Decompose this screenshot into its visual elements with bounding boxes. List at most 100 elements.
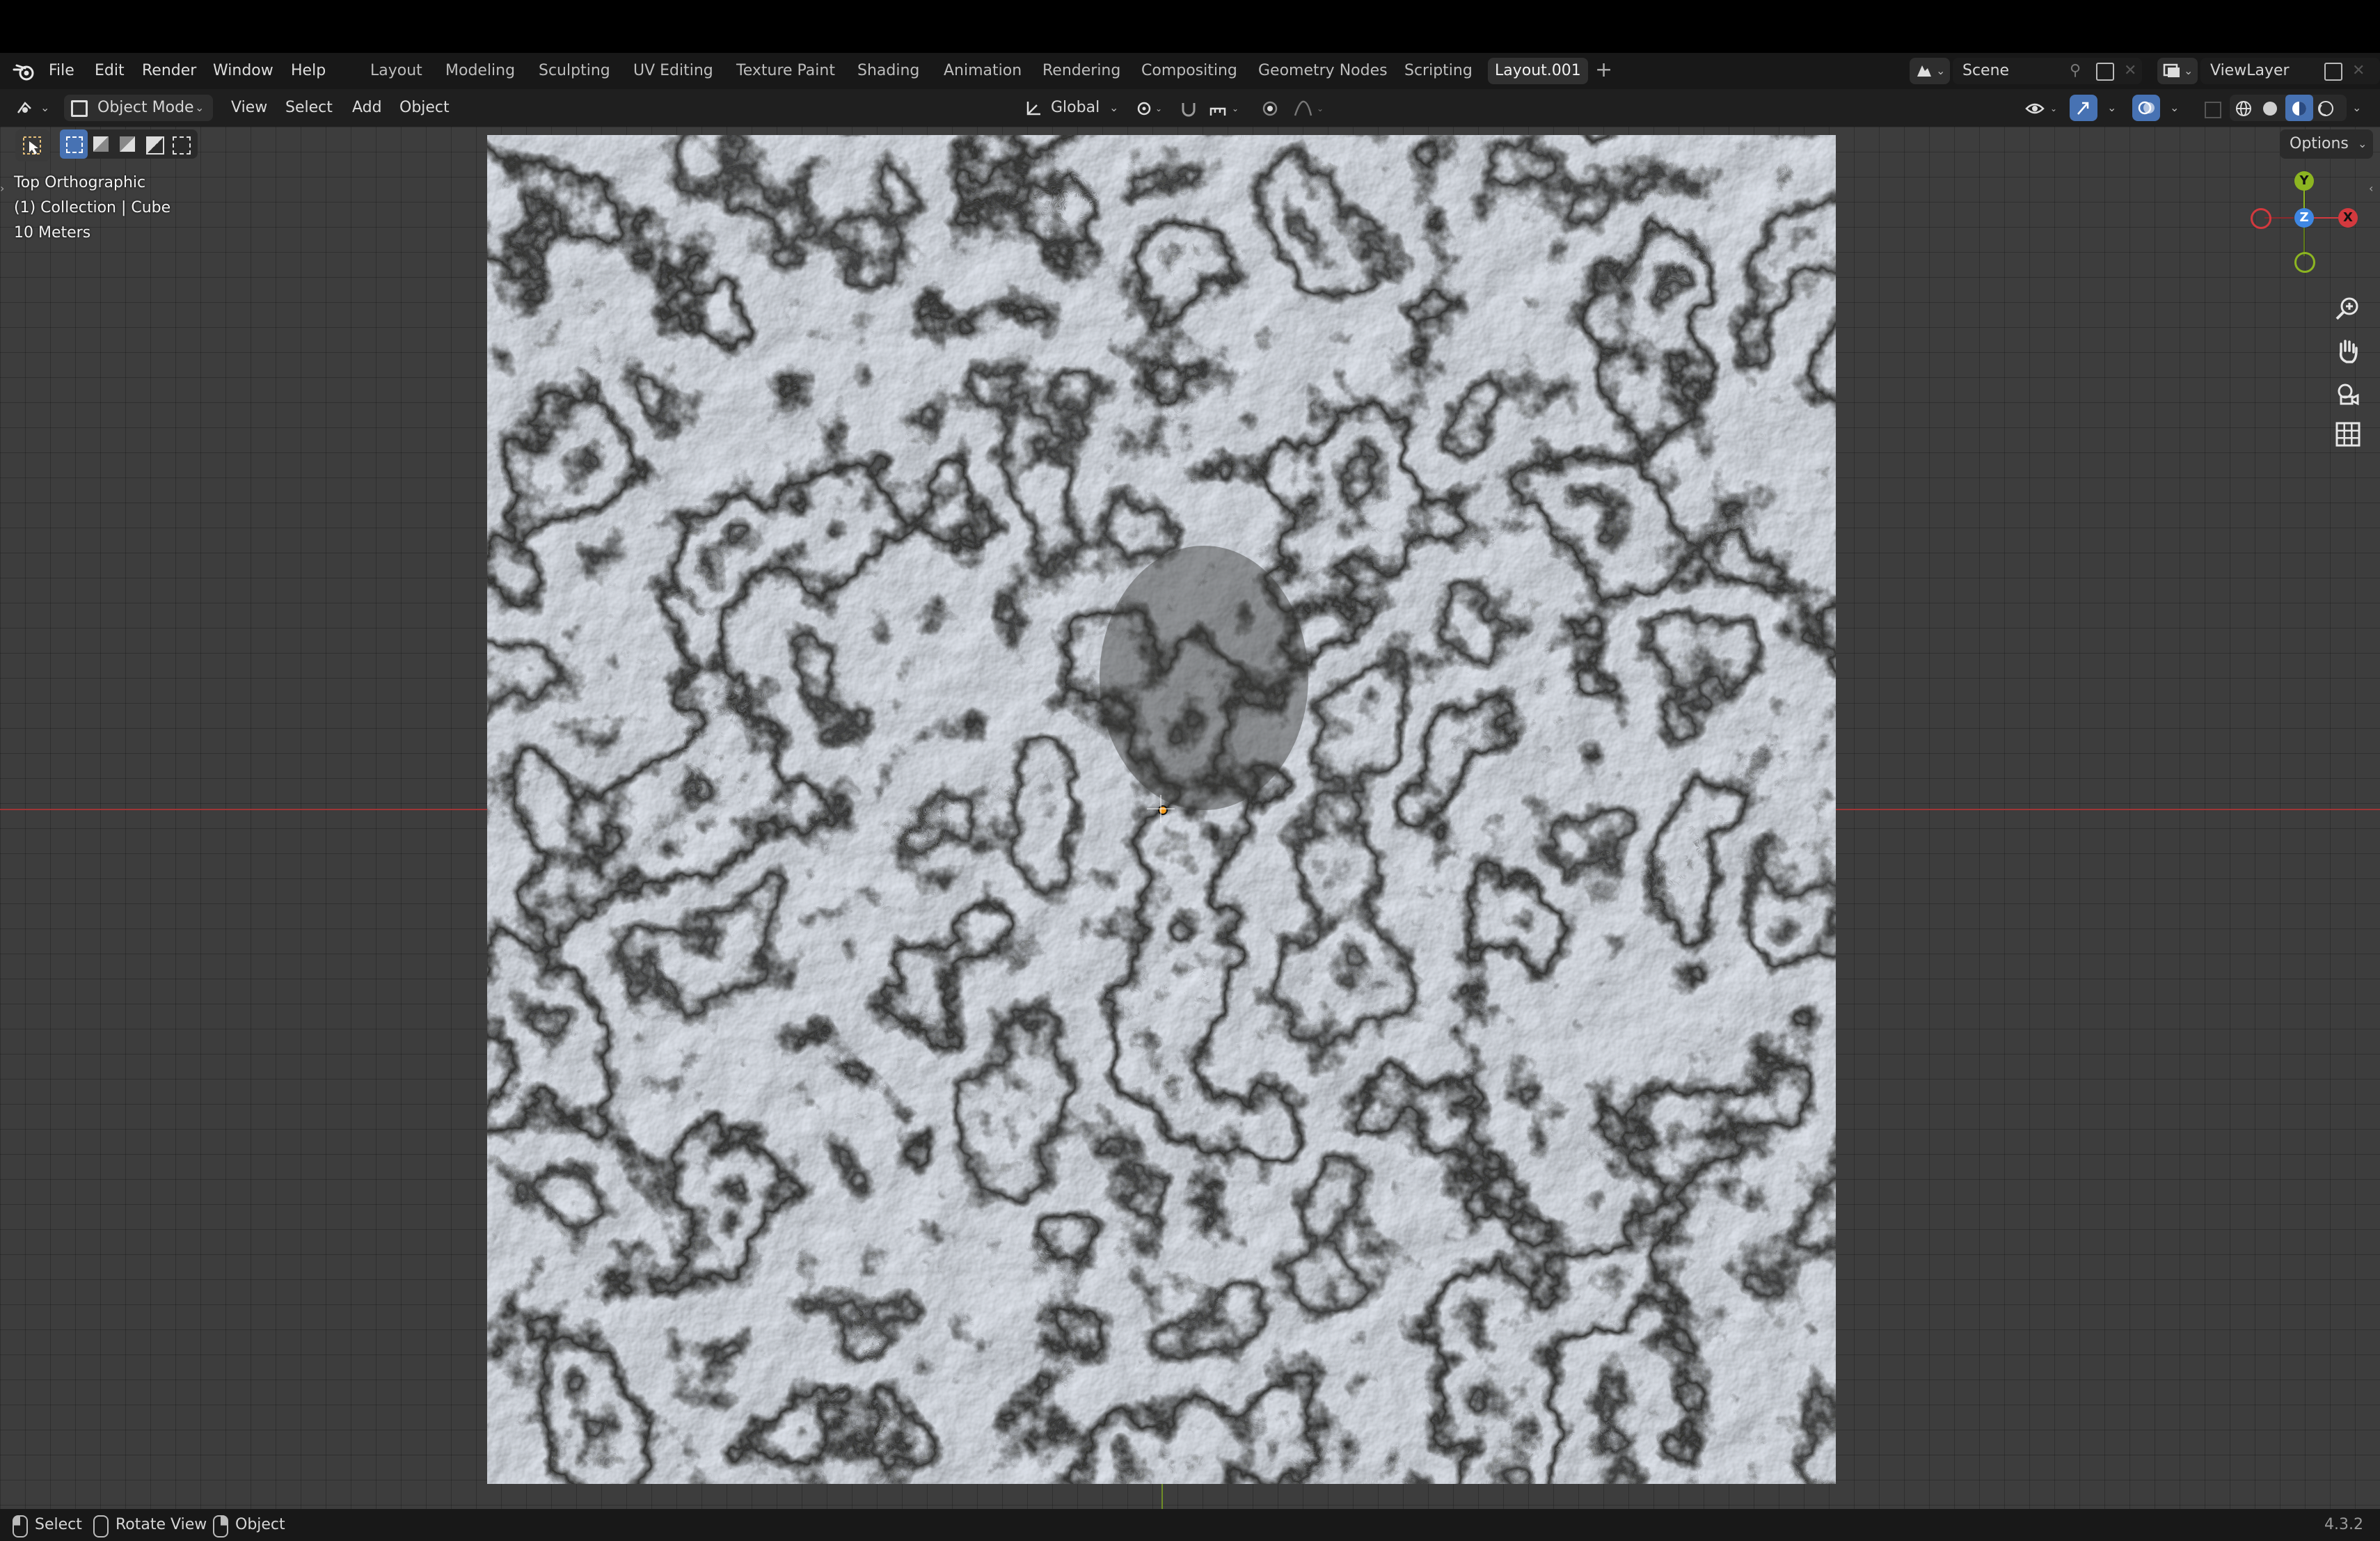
select-menu[interactable]: Select — [285, 97, 333, 118]
tab-geometry-nodes[interactable]: Geometry Nodes — [1251, 58, 1395, 84]
tab-scripting[interactable]: Scripting — [1397, 58, 1479, 84]
svg-text:⌄: ⌄ — [1232, 104, 1239, 113]
mouse-right-icon — [213, 1515, 228, 1538]
viewport-header: ⌄ Object Mode ⌄ View Select Add Object G… — [0, 89, 2380, 127]
mode-dropdown[interactable]: Object Mode ⌄ — [64, 95, 213, 121]
chevron-down-icon: ⌄ — [1109, 101, 1119, 114]
gizmo-toggle[interactable] — [2070, 95, 2097, 121]
sidebar-expand-icon[interactable]: ‹ — [2369, 180, 2373, 198]
editor-type-button[interactable]: ⌄ — [10, 95, 56, 121]
grid-ortho-icon[interactable] — [2331, 418, 2365, 451]
options-button[interactable]: Options ⌄ — [2280, 129, 2373, 159]
snap-icon[interactable]: ⌄ — [1208, 99, 1243, 118]
3d-cursor — [1147, 795, 1175, 823]
tab-rendering[interactable]: Rendering — [1036, 58, 1127, 84]
tab-layout-001[interactable]: Layout.001 — [1488, 58, 1588, 84]
menu-file[interactable]: File — [49, 61, 74, 81]
mode-extend-icon[interactable] — [93, 136, 109, 152]
mode-invert-icon[interactable] — [146, 136, 164, 155]
hand-pan-icon[interactable] — [2331, 334, 2365, 368]
snap-toggle-icon[interactable] — [1179, 99, 1200, 118]
xray-icon[interactable] — [2205, 102, 2221, 118]
tab-compositing[interactable]: Compositing — [1134, 58, 1244, 84]
scale-label: 10 Meters — [14, 224, 91, 242]
gizmo-dropdown-icon[interactable]: ⌄ — [2107, 101, 2116, 114]
scene-type-button[interactable]: ⌄ — [1910, 58, 1950, 84]
view-menu[interactable]: View — [231, 97, 267, 118]
mode-set-icon — [66, 136, 83, 153]
svg-text:⌄: ⌄ — [1155, 104, 1162, 113]
tab-layout[interactable]: Layout — [363, 58, 429, 84]
3d-viewport[interactable]: › Top Orthographic (1) Collection | Cube… — [0, 127, 2380, 1509]
transform-orientation-dropdown[interactable]: Global ⌄ — [1017, 95, 1127, 121]
close-scene-icon[interactable]: ✕ — [2124, 62, 2136, 80]
shading-rendered-icon[interactable] — [2316, 100, 2335, 118]
chevron-down-icon: ⌄ — [195, 101, 205, 114]
editor-type-icon — [17, 102, 31, 113]
gizmo-neg-x-axis[interactable] — [2251, 208, 2271, 229]
falloff-icon[interactable]: ⌄ — [1293, 99, 1328, 118]
tab-sculpting[interactable]: Sculpting — [532, 58, 617, 84]
view-layer-field[interactable]: ViewLayer ✕ — [2200, 58, 2380, 84]
gizmo-x-axis[interactable]: X — [2338, 208, 2358, 228]
new-scene-icon[interactable] — [2096, 63, 2114, 81]
mode-subtract-icon[interactable] — [120, 136, 135, 152]
tab-shading[interactable]: Shading — [850, 58, 926, 84]
status-rotate-view: Rotate View — [116, 1516, 207, 1533]
camera-view-icon[interactable] — [2331, 376, 2365, 409]
overlay-icon — [2138, 101, 2155, 115]
status-select: Select — [35, 1516, 82, 1533]
close-view-layer-icon[interactable]: ✕ — [2352, 62, 2365, 80]
tab-texture-paint[interactable]: Texture Paint — [729, 58, 842, 84]
chevron-down-icon: ⌄ — [1936, 64, 1946, 77]
version-label: 4.3.2 — [2324, 1516, 2363, 1533]
visibility-icon[interactable]: ⌄ — [2024, 99, 2061, 118]
gizmo-neg-y-axis[interactable] — [2294, 252, 2315, 273]
blender-logo-icon[interactable] — [13, 61, 36, 82]
view-layer-name: ViewLayer — [2210, 62, 2290, 79]
toolbar-expand-icon[interactable]: › — [0, 180, 4, 198]
select-mode-set[interactable] — [60, 129, 88, 159]
scene-name-field[interactable]: Scene ⚲ ✕ — [1953, 58, 2142, 84]
overlay-toggle[interactable] — [2132, 95, 2160, 121]
view-name-label: Top Orthographic — [14, 174, 146, 191]
select-box-tool[interactable] — [15, 129, 50, 161]
top-bar: File Edit Render Window Help Layout Mode… — [0, 53, 2380, 89]
transform-global-icon — [1026, 102, 1040, 116]
svg-text:⌄: ⌄ — [1317, 104, 1324, 113]
mode-label: Object Mode — [97, 99, 194, 116]
status-bar: Select Rotate View Object 4.3.2 — [0, 1509, 2380, 1541]
gizmo-z-axis[interactable]: Z — [2294, 208, 2314, 228]
mode-intersect-icon[interactable] — [173, 136, 191, 155]
chevron-down-icon: ⌄ — [2358, 137, 2367, 150]
menu-render[interactable]: Render — [142, 61, 196, 81]
mouse-middle-icon — [93, 1515, 109, 1538]
gizmo-y-axis[interactable]: Y — [2294, 171, 2314, 191]
shading-wireframe-icon[interactable] — [2234, 100, 2253, 118]
collection-label: (1) Collection | Cube — [14, 199, 171, 216]
menu-window[interactable]: Window — [213, 61, 273, 81]
pivot-icon[interactable]: ⌄ — [1136, 99, 1164, 118]
view-layer-type-button[interactable]: ⌄ — [2157, 58, 2198, 84]
menu-edit[interactable]: Edit — [95, 61, 125, 81]
pin-icon[interactable]: ⚲ — [2070, 62, 2081, 80]
shading-material-button[interactable] — [2285, 95, 2313, 121]
tab-uv-editing[interactable]: UV Editing — [626, 58, 720, 84]
view-layer-icon — [2163, 63, 2180, 77]
transform-orientation-label: Global — [1051, 99, 1100, 116]
zoom-icon[interactable] — [2331, 292, 2365, 326]
navigation-gizmo[interactable]: Y Z X — [2251, 171, 2358, 276]
tab-modeling[interactable]: Modeling — [438, 58, 522, 84]
new-view-layer-icon[interactable] — [2324, 63, 2342, 81]
proportional-icon[interactable] — [1260, 99, 1280, 118]
chevron-down-icon: ⌄ — [40, 101, 50, 114]
add-workspace-icon[interactable]: + — [1595, 60, 1612, 81]
add-menu[interactable]: Add — [352, 97, 382, 118]
tab-animation[interactable]: Animation — [937, 58, 1029, 84]
overlay-dropdown-icon[interactable]: ⌄ — [2170, 101, 2179, 114]
selection-mode-group — [60, 129, 198, 159]
menu-help[interactable]: Help — [291, 61, 326, 81]
shading-solid-icon[interactable] — [2260, 100, 2280, 118]
object-menu[interactable]: Object — [399, 97, 450, 118]
shading-dropdown-icon[interactable]: ⌄ — [2352, 101, 2361, 114]
